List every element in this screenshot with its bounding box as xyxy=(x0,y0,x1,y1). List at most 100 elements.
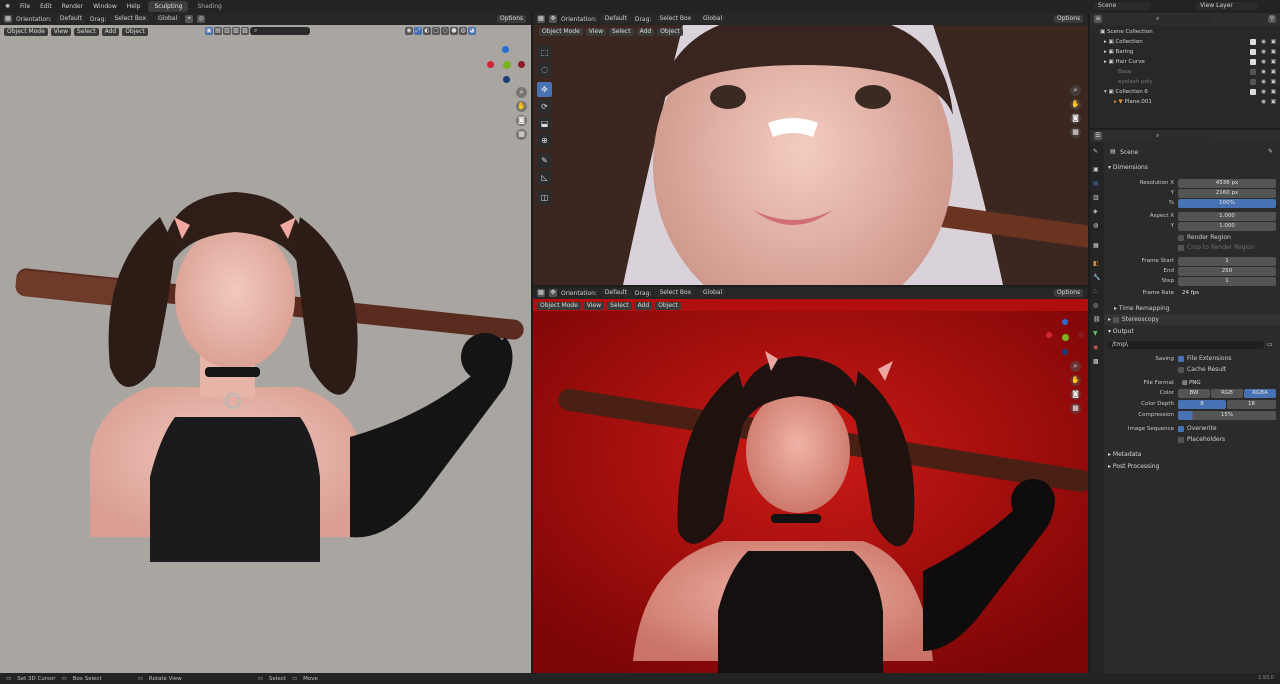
solid-shading-icon[interactable]: ● xyxy=(450,27,458,35)
viewport-search-field[interactable]: ⌕ xyxy=(250,27,310,35)
output-panel-header[interactable]: ▾ Output xyxy=(1108,328,1134,335)
options-button[interactable]: Options xyxy=(497,15,527,23)
physics-tab-icon[interactable]: ◎ xyxy=(1093,302,1098,309)
pan-hand-icon[interactable]: ✋ xyxy=(1070,99,1081,110)
select-menu[interactable]: Select xyxy=(609,27,634,36)
resolution-y-field[interactable]: 2160 px xyxy=(1178,189,1276,198)
tool-measure-icon[interactable]: ◺ xyxy=(537,170,552,185)
add-menu[interactable]: Add xyxy=(636,27,655,36)
outliner-row[interactable]: ▸ ▣ Collection ◉ ▣ xyxy=(1090,37,1280,47)
tool-annotate-icon[interactable]: ✎ xyxy=(537,153,552,168)
gizmo-neg-z-icon[interactable] xyxy=(1062,349,1068,355)
render-tab-icon[interactable]: ▣ xyxy=(1093,166,1099,173)
eye-icon[interactable]: ◉ xyxy=(1261,87,1266,97)
outliner-row[interactable]: ▣ Scene Collection xyxy=(1090,27,1280,37)
eye-icon[interactable]: ◉ xyxy=(1261,77,1266,87)
properties-search-field[interactable]: ⌕ xyxy=(1152,132,1212,140)
perspective-grid-icon[interactable]: ▦ xyxy=(1070,403,1081,414)
menu-window[interactable]: Window xyxy=(88,0,122,13)
object-menu[interactable]: Object xyxy=(657,27,683,36)
color-rgb-option[interactable]: RGB xyxy=(1211,389,1243,398)
orientation-dropdown[interactable]: Default xyxy=(600,289,631,297)
overlay-icon[interactable]: ◐ xyxy=(423,27,431,35)
include-checkbox[interactable] xyxy=(1250,69,1256,75)
select-menu[interactable]: Select xyxy=(607,301,632,310)
outliner-row[interactable]: ▸ ▼ Plane.001 ◉ ▣ xyxy=(1090,97,1280,107)
scene-selector[interactable]: Scene xyxy=(1094,2,1150,10)
menu-edit[interactable]: Edit xyxy=(35,0,57,13)
wireframe-shading-icon[interactable]: ○ xyxy=(441,27,449,35)
tool-tab-icon[interactable]: ✎ xyxy=(1093,148,1098,155)
metadata-panel-header[interactable]: ▸ Metadata xyxy=(1108,451,1141,458)
tool-rotate-icon[interactable]: ⟳ xyxy=(537,99,552,114)
cache-result-checkbox[interactable] xyxy=(1178,366,1184,373)
outliner-editor-icon[interactable]: ≡ xyxy=(1094,15,1102,23)
viewport-top-right[interactable]: ▦ ✥ Orientation: Default Drag: Select Bo… xyxy=(533,13,1088,285)
drag-dropdown[interactable]: Select Box xyxy=(655,15,696,23)
camera-icon[interactable]: ▣ xyxy=(1271,57,1276,67)
eye-icon[interactable]: ◉ xyxy=(1261,47,1266,57)
xray-icon[interactable]: ▢ xyxy=(432,27,440,35)
object-menu[interactable]: Object xyxy=(655,301,681,310)
collection-tab-icon[interactable]: ▦ xyxy=(1093,242,1099,249)
render-region-checkbox[interactable] xyxy=(1178,234,1184,241)
select-extend-icon[interactable]: ▤ xyxy=(214,27,222,35)
gizmo-z-axis-icon[interactable] xyxy=(1062,319,1068,325)
snap-icon[interactable]: ⌖ xyxy=(185,15,194,23)
frame-rate-dropdown[interactable]: 24 fps xyxy=(1178,289,1276,298)
zoom-icon[interactable]: ⌕ xyxy=(1070,361,1081,372)
viewport-bottom-right[interactable]: ▦ ✥ Orientation: Default Drag: Select Bo… xyxy=(533,287,1088,673)
include-checkbox[interactable] xyxy=(1250,39,1256,45)
object-mode-dropdown[interactable]: Object Mode xyxy=(537,301,581,310)
scene-tab-icon[interactable]: ◈ xyxy=(1093,208,1098,215)
tool-add-cube-icon[interactable]: ◫ xyxy=(537,190,552,205)
object-menu[interactable]: Object xyxy=(122,27,148,36)
object-mode-dropdown[interactable]: Object Mode xyxy=(4,27,48,36)
tool-scale-icon[interactable]: ⬓ xyxy=(537,116,552,131)
properties-editor-icon[interactable]: ☰ xyxy=(1094,132,1102,140)
options-button[interactable]: Options xyxy=(1054,289,1084,297)
gizmo-toggle-icon[interactable]: ⤢ xyxy=(414,27,422,35)
select-menu[interactable]: Select xyxy=(74,27,99,36)
aspect-x-field[interactable]: 1.000 xyxy=(1178,212,1276,221)
render-region-toggle[interactable]: Render Region xyxy=(1178,234,1231,241)
editor-type-icon[interactable]: ▦ xyxy=(4,15,12,23)
outliner-search-field[interactable]: ⌕ xyxy=(1152,15,1212,23)
stereoscopy-checkbox[interactable] xyxy=(1112,316,1119,323)
view-layer-tab-icon[interactable]: ▥ xyxy=(1093,194,1099,201)
blender-logo-icon[interactable]: ✺ xyxy=(0,0,15,13)
drag-dropdown[interactable]: Select Box xyxy=(110,15,151,23)
include-checkbox[interactable] xyxy=(1250,49,1256,55)
camera-icon[interactable]: ▣ xyxy=(1271,97,1276,107)
viewport-left[interactable]: ▦ Orientation: Default Drag: Select Box … xyxy=(0,13,531,673)
crop-region-checkbox[interactable] xyxy=(1178,244,1184,251)
transform-orientation-dropdown[interactable]: Global xyxy=(699,289,727,297)
outliner-row[interactable]: ▸ ▣ Hair Curve ◉ ▣ xyxy=(1090,57,1280,67)
output-tab-icon[interactable]: ▤ xyxy=(1093,180,1099,187)
file-extensions-checkbox[interactable] xyxy=(1178,355,1184,362)
orientation-dropdown[interactable]: Default xyxy=(600,15,631,23)
frame-start-field[interactable]: 1 xyxy=(1178,257,1276,266)
select-subtract-icon[interactable]: ▥ xyxy=(223,27,231,35)
stereoscopy-panel-header[interactable]: ▸ Stereoscopy xyxy=(1104,314,1280,325)
overwrite-checkbox[interactable] xyxy=(1178,425,1184,432)
editor-type-icon[interactable]: ▦ xyxy=(537,289,545,297)
color-bw-option[interactable]: BW xyxy=(1178,389,1210,398)
pan-hand-icon[interactable]: ✋ xyxy=(1070,375,1081,386)
include-checkbox[interactable] xyxy=(1250,89,1256,95)
transform-orientation-dropdown[interactable]: Global xyxy=(154,15,182,23)
tool-select-box-icon[interactable]: ⬚ xyxy=(537,45,552,60)
camera-icon[interactable]: ▣ xyxy=(1271,67,1276,77)
transform-orientation-dropdown[interactable]: Global xyxy=(699,15,727,23)
add-menu[interactable]: Add xyxy=(634,301,653,310)
outliner-row[interactable]: Base ◉ ▣ xyxy=(1090,67,1280,77)
eye-icon[interactable]: ◉ xyxy=(1261,57,1266,67)
editor-type-icon[interactable]: ▦ xyxy=(537,15,545,23)
overwrite-toggle[interactable]: Overwrite xyxy=(1178,425,1217,432)
camera-view-icon[interactable]: ◙ xyxy=(1070,113,1081,124)
particles-tab-icon[interactable]: ∴ xyxy=(1093,288,1097,295)
texture-tab-icon[interactable]: ▩ xyxy=(1093,358,1099,365)
select-invert-icon[interactable]: ▧ xyxy=(232,27,240,35)
material-tab-icon[interactable]: ◉ xyxy=(1093,344,1098,351)
pin-icon[interactable]: ✎ xyxy=(1268,148,1273,155)
